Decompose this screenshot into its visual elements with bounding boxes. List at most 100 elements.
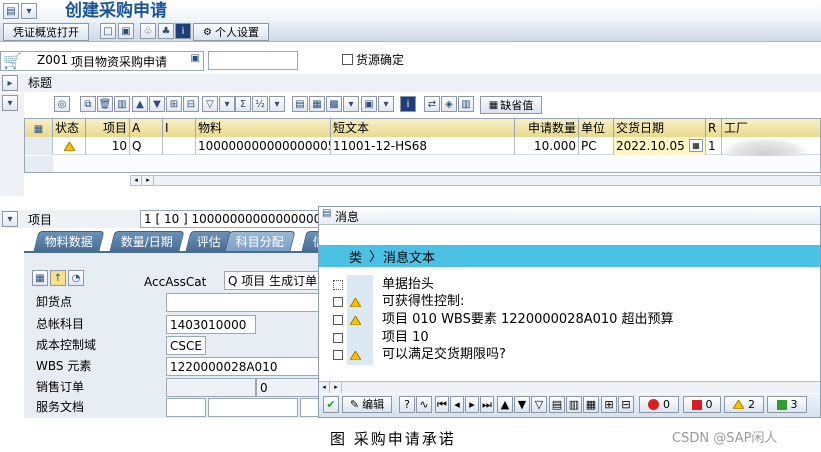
help-button[interactable]: ? <box>399 396 415 413</box>
error-messages-button[interactable]: 0 <box>683 396 721 413</box>
doc-type-dropdown[interactable]: 🛒 Z001 项目物资采购申请 ▣ <box>0 51 204 71</box>
message-checkbox[interactable] <box>333 280 343 290</box>
sales-order-item-input[interactable]: 0 <box>256 378 324 397</box>
system-menu-icon[interactable]: ▾ <box>21 3 37 19</box>
item-cat-cell[interactable] <box>163 137 196 155</box>
item-cell[interactable]: 10 <box>86 137 130 155</box>
menu-icon[interactable]: ▤ <box>3 3 19 19</box>
delete-icon[interactable]: 🗑 <box>97 96 113 112</box>
longtext-button[interactable]: ∿ <box>416 396 432 413</box>
grid-info-icon[interactable]: i <box>400 96 416 112</box>
col-status[interactable]: 状态 <box>53 119 86 137</box>
list-item[interactable]: 项目 10 <box>319 330 814 346</box>
filter-button[interactable]: ▽ <box>531 396 547 413</box>
confirm-button[interactable]: ✔ <box>323 396 339 413</box>
filter-icon[interactable]: ▽ <box>202 96 218 112</box>
message-checkbox[interactable] <box>333 315 343 325</box>
layout-icon[interactable]: ▩ <box>326 96 342 112</box>
personal-settings-button[interactable]: ⚙ 个人设置 <box>193 23 269 41</box>
controlling-area-input[interactable]: CSCE <box>166 336 206 355</box>
stop-messages-button[interactable]: 0 <box>639 396 679 413</box>
next-page-button[interactable]: ▸ <box>465 396 479 413</box>
source-determination-checkbox[interactable] <box>342 54 353 65</box>
collapse-items-icon[interactable]: ▾ <box>2 95 18 111</box>
value-help-icon[interactable]: ▣ <box>191 53 200 64</box>
scroll-left-icon[interactable]: ◂ <box>131 176 142 185</box>
overview-button[interactable]: 凭证概览打开 <box>3 23 89 41</box>
sum-menu-icon[interactable]: ▾ <box>269 96 285 112</box>
export-icon[interactable]: ▣ <box>361 96 377 112</box>
tab-quantity-date[interactable]: 数量/日期 <box>109 231 185 251</box>
transfer-icon[interactable]: ⇄ <box>424 96 440 112</box>
filter-menu-icon[interactable]: ▾ <box>219 96 235 112</box>
cut-icon[interactable]: ▥ <box>114 96 130 112</box>
sort-desc-button[interactable]: ▼ <box>514 396 530 413</box>
msg-scroll-left-icon[interactable]: ◂ <box>319 382 330 393</box>
multi-assign-icon[interactable]: ▦ <box>32 270 48 286</box>
sales-order-input[interactable] <box>166 378 256 397</box>
calendar-icon[interactable]: ▦ <box>689 139 703 152</box>
list-item[interactable]: 可以满足交货期限吗? <box>319 347 814 363</box>
acct-cat-cell[interactable]: Q <box>130 137 163 155</box>
col-item[interactable]: 项目 <box>86 119 130 137</box>
delivery-date-cell[interactable]: 2022.10.05 ▦ <box>614 137 706 155</box>
print-preview-icon[interactable]: ▦ <box>309 96 325 112</box>
scroll-right-icon[interactable]: ▸ <box>143 176 154 185</box>
hierarchy-icon[interactable]: ♣ <box>158 23 174 39</box>
success-messages-button[interactable]: 3 <box>767 396 807 413</box>
col-material[interactable]: 物料 <box>196 119 331 137</box>
tab-material-data[interactable]: 物料数据 <box>33 231 105 251</box>
msg-scroll-right-icon[interactable]: ▸ <box>331 382 342 393</box>
attachment-icon[interactable]: ◈ <box>441 96 457 112</box>
unloading-point-input[interactable] <box>166 293 324 312</box>
col-quantity[interactable]: 申请数量 <box>515 119 579 137</box>
row-selector-header[interactable]: ▦ <box>25 119 53 137</box>
find-icon[interactable]: ⊞ <box>166 96 182 112</box>
item-selector-dropdown[interactable]: 1 [ 10 ] 100000000000000005 <box>140 210 320 228</box>
partial-icon[interactable]: ◔ <box>68 270 84 286</box>
unit-cell[interactable]: PC <box>579 137 614 155</box>
new-document-icon[interactable]: □ <box>100 23 116 39</box>
layout-button[interactable]: ▤ <box>549 396 565 413</box>
message-checkbox[interactable] <box>333 297 343 307</box>
quantity-cell[interactable]: 10.000 <box>515 137 579 155</box>
list-item[interactable]: 项目 010 WBS要素 1220000028A010 超出预算 <box>319 312 814 328</box>
export-button[interactable]: ▦ <box>583 396 599 413</box>
sum-icon[interactable]: Σ <box>235 96 251 112</box>
tab-account-assignment[interactable]: 科目分配 <box>224 231 296 251</box>
list-item[interactable]: 单据抬头 <box>319 277 814 293</box>
grid-horizontal-scrollbar[interactable]: ◂ ▸ <box>130 175 821 186</box>
subtotal-icon[interactable]: ½ <box>252 96 268 112</box>
service-doc-item-input[interactable] <box>208 398 298 417</box>
search-next-button[interactable]: ⊟ <box>618 396 634 413</box>
material-cell[interactable]: 100000000000000005 <box>196 137 331 155</box>
save-icon[interactable]: ▣ <box>118 23 134 39</box>
message-horizontal-scrollbar[interactable]: ◂ ▸ <box>319 381 820 393</box>
sort-asc-icon[interactable]: ▲ <box>132 96 148 112</box>
col-message-type[interactable]: 类 <box>349 247 362 266</box>
find-next-icon[interactable]: ⊟ <box>183 96 199 112</box>
doc-number-input[interactable] <box>208 51 298 70</box>
col-short-text[interactable]: 短文本 <box>331 119 515 137</box>
gl-account-input[interactable]: 1403010000 <box>166 315 256 334</box>
print-icon[interactable]: ▤ <box>292 96 308 112</box>
message-checkbox[interactable] <box>333 333 343 343</box>
print-button[interactable]: ▥ <box>566 396 582 413</box>
col-r[interactable]: R <box>706 119 722 137</box>
collapse-item-detail-icon[interactable]: ▾ <box>2 211 18 227</box>
short-text-cell[interactable]: 11001-12-HS68 <box>331 137 515 155</box>
list-item[interactable]: 可获得性控制: <box>319 294 814 310</box>
template-icon[interactable]: ▥ <box>458 96 474 112</box>
row-selector[interactable] <box>25 137 53 155</box>
default-values-button[interactable]: ▦ 缺省值 <box>480 96 542 114</box>
wbs-element-input[interactable]: 1220000028A010 <box>166 357 324 376</box>
col-message-text[interactable]: 消息文本 <box>383 247 435 266</box>
col-plant[interactable]: 工厂 <box>722 119 820 137</box>
edit-button[interactable]: ✎ 编辑 <box>342 396 392 413</box>
distribution-icon[interactable]: ↑ <box>50 270 66 286</box>
export-menu-icon[interactable]: ▾ <box>378 96 394 112</box>
acc-ass-cat-dropdown[interactable]: Q 项目 生成订单 <box>224 271 324 290</box>
r-cell[interactable]: 1 <box>706 137 722 155</box>
col-unit[interactable]: 单位 <box>579 119 614 137</box>
info-icon[interactable]: i <box>175 23 191 39</box>
